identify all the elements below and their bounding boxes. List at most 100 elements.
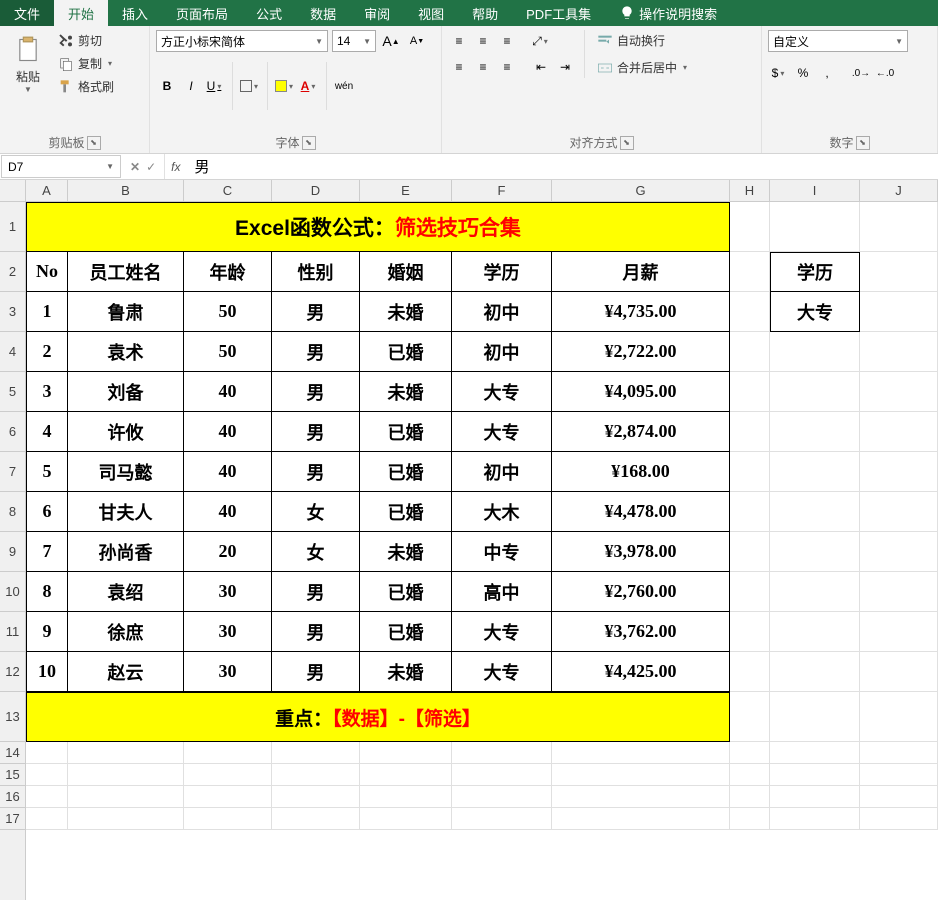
row-header[interactable]: 12 bbox=[0, 652, 25, 692]
cell[interactable] bbox=[730, 692, 770, 742]
cell[interactable] bbox=[770, 742, 860, 764]
cell[interactable]: 赵云 bbox=[68, 652, 184, 692]
tab-insert[interactable]: 插入 bbox=[108, 0, 162, 26]
cancel-icon[interactable]: ✕ bbox=[130, 160, 140, 174]
column-header[interactable]: A bbox=[26, 180, 68, 201]
cell[interactable]: 婚姻 bbox=[360, 252, 452, 292]
cell[interactable]: ¥2,874.00 bbox=[552, 412, 730, 452]
column-header[interactable]: D bbox=[272, 180, 360, 201]
row-header[interactable]: 9 bbox=[0, 532, 25, 572]
cell[interactable]: 中专 bbox=[452, 532, 552, 572]
cell[interactable]: Excel函数公式：筛选技巧合集 bbox=[26, 202, 730, 252]
cell[interactable] bbox=[184, 786, 272, 808]
row-header[interactable]: 17 bbox=[0, 808, 25, 830]
cell[interactable] bbox=[730, 808, 770, 830]
accounting-format-button[interactable]: $▾ bbox=[768, 62, 790, 84]
cell[interactable] bbox=[360, 764, 452, 786]
row-header[interactable]: 2 bbox=[0, 252, 25, 292]
align-center-button[interactable]: ≡ bbox=[472, 56, 494, 78]
tab-home[interactable]: 开始 bbox=[54, 0, 108, 26]
cell[interactable]: ¥3,762.00 bbox=[552, 612, 730, 652]
cell[interactable] bbox=[770, 202, 860, 252]
row-header[interactable]: 4 bbox=[0, 332, 25, 372]
cell[interactable]: 袁术 bbox=[68, 332, 184, 372]
cell[interactable]: 男 bbox=[272, 292, 360, 332]
cell[interactable]: 男 bbox=[272, 652, 360, 692]
row-header[interactable]: 8 bbox=[0, 492, 25, 532]
tab-pagelayout[interactable]: 页面布局 bbox=[162, 0, 242, 26]
cell[interactable] bbox=[860, 532, 938, 572]
cell[interactable] bbox=[552, 764, 730, 786]
enter-icon[interactable]: ✓ bbox=[146, 160, 156, 174]
cell[interactable]: 4 bbox=[26, 412, 68, 452]
cell[interactable] bbox=[730, 202, 770, 252]
cell[interactable]: 大专 bbox=[452, 412, 552, 452]
cell[interactable]: 女 bbox=[272, 532, 360, 572]
cell[interactable]: 已婚 bbox=[360, 452, 452, 492]
cell[interactable] bbox=[26, 764, 68, 786]
cell[interactable]: 30 bbox=[184, 612, 272, 652]
cell[interactable]: 已婚 bbox=[360, 612, 452, 652]
comma-button[interactable]: , bbox=[816, 62, 838, 84]
cell[interactable] bbox=[860, 202, 938, 252]
cell[interactable] bbox=[360, 742, 452, 764]
cell[interactable]: 已婚 bbox=[360, 492, 452, 532]
cell[interactable]: ¥2,760.00 bbox=[552, 572, 730, 612]
paste-button[interactable]: 粘贴 ▼ bbox=[6, 30, 50, 94]
cell[interactable] bbox=[452, 786, 552, 808]
tab-pdf[interactable]: PDF工具集 bbox=[512, 0, 605, 26]
cell[interactable] bbox=[730, 332, 770, 372]
tab-review[interactable]: 审阅 bbox=[350, 0, 404, 26]
tab-file[interactable]: 文件 bbox=[0, 0, 54, 26]
cell[interactable]: 袁绍 bbox=[68, 572, 184, 612]
cell[interactable]: 30 bbox=[184, 572, 272, 612]
underline-button[interactable]: U▾ bbox=[204, 75, 226, 97]
cell[interactable]: 性别 bbox=[272, 252, 360, 292]
cell[interactable] bbox=[770, 808, 860, 830]
cell[interactable]: No bbox=[26, 252, 68, 292]
column-header[interactable]: G bbox=[552, 180, 730, 201]
percent-button[interactable]: % bbox=[792, 62, 814, 84]
align-middle-button[interactable]: ≡ bbox=[472, 30, 494, 52]
row-header[interactable]: 11 bbox=[0, 612, 25, 652]
cell[interactable]: 10 bbox=[26, 652, 68, 692]
tab-data[interactable]: 数据 bbox=[296, 0, 350, 26]
cell[interactable]: 未婚 bbox=[360, 532, 452, 572]
cell[interactable] bbox=[730, 612, 770, 652]
row-header[interactable]: 16 bbox=[0, 786, 25, 808]
cell[interactable]: 40 bbox=[184, 452, 272, 492]
row-header[interactable]: 15 bbox=[0, 764, 25, 786]
cell[interactable]: 40 bbox=[184, 372, 272, 412]
border-button[interactable]: ▾ bbox=[239, 75, 261, 97]
cell[interactable] bbox=[860, 742, 938, 764]
row-header[interactable]: 3 bbox=[0, 292, 25, 332]
fx-label[interactable]: fx bbox=[165, 154, 186, 179]
decrease-decimal-button[interactable]: ←.0 bbox=[874, 62, 896, 84]
cell[interactable]: 甘夫人 bbox=[68, 492, 184, 532]
cell[interactable] bbox=[770, 786, 860, 808]
row-header[interactable]: 14 bbox=[0, 742, 25, 764]
cell[interactable]: 初中 bbox=[452, 332, 552, 372]
column-header[interactable]: J bbox=[860, 180, 938, 201]
cell[interactable]: 50 bbox=[184, 292, 272, 332]
formula-input[interactable]: 男 bbox=[186, 154, 938, 179]
cell[interactable] bbox=[860, 412, 938, 452]
cell[interactable]: 20 bbox=[184, 532, 272, 572]
cell[interactable] bbox=[730, 372, 770, 412]
cell[interactable] bbox=[184, 808, 272, 830]
cell[interactable]: 未婚 bbox=[360, 292, 452, 332]
cell[interactable] bbox=[452, 764, 552, 786]
cell[interactable]: 初中 bbox=[452, 292, 552, 332]
cell[interactable] bbox=[860, 612, 938, 652]
cell[interactable]: 学历 bbox=[452, 252, 552, 292]
cell[interactable] bbox=[26, 742, 68, 764]
cell[interactable]: 男 bbox=[272, 412, 360, 452]
cell[interactable] bbox=[860, 572, 938, 612]
cell[interactable]: 男 bbox=[272, 452, 360, 492]
cell[interactable] bbox=[730, 572, 770, 612]
row-header[interactable]: 7 bbox=[0, 452, 25, 492]
cell[interactable]: 司马懿 bbox=[68, 452, 184, 492]
merge-center-button[interactable]: 合并后居中▾ bbox=[593, 57, 693, 78]
cell[interactable] bbox=[272, 786, 360, 808]
cell[interactable]: 大专 bbox=[452, 652, 552, 692]
